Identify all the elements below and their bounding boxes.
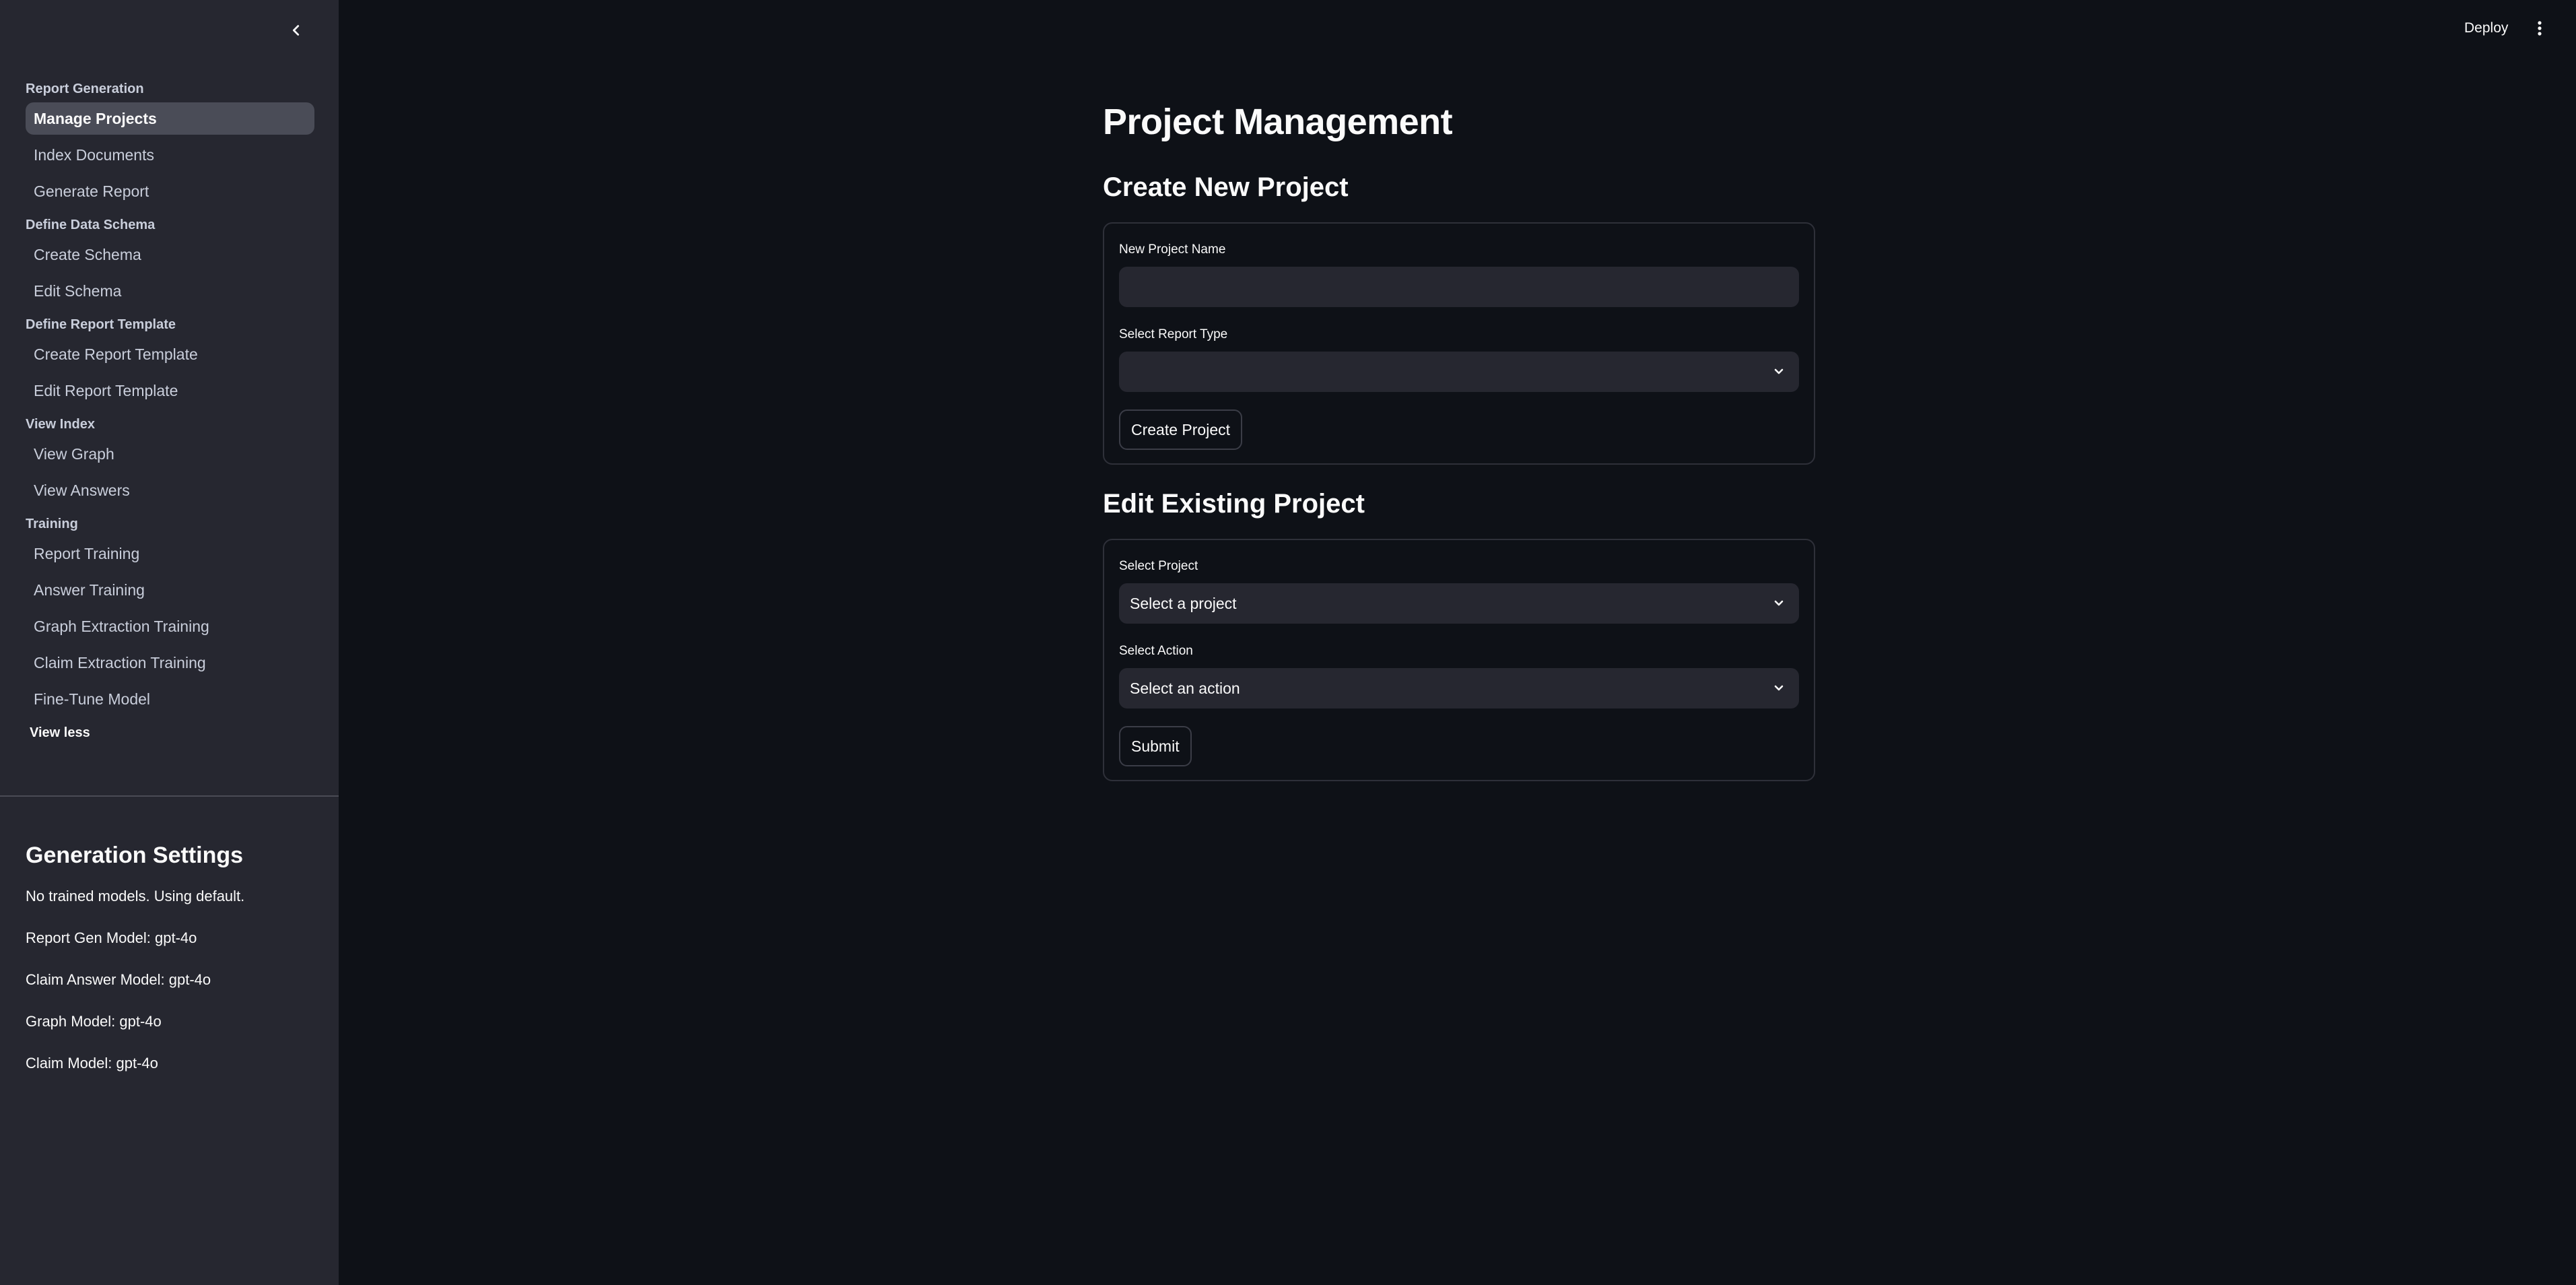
sidebar-item-graph-extraction-training[interactable]: Graph Extraction Training: [26, 610, 314, 642]
sidebar-item-create-schema[interactable]: Create Schema: [26, 238, 314, 271]
generation-settings-title: Generation Settings: [26, 843, 244, 868]
generation-status-text: No trained models. Using default.: [26, 888, 245, 904]
nav-section-header: View Index: [26, 417, 96, 432]
sidebar-item-create-report-template[interactable]: Create Report Template: [26, 338, 314, 370]
sidebar-item-generate-report[interactable]: Generate Report: [26, 175, 314, 207]
select-project-value: Select a project: [1130, 595, 1237, 612]
select-action-dropdown[interactable]: Select an action: [1119, 668, 1799, 709]
select-project-label: Select Project: [1119, 559, 1198, 573]
app-root: Report Generation Manage Projects Index …: [0, 0, 2576, 1285]
nav-section-header: Define Data Schema: [26, 218, 156, 232]
nav-section-view-index: View Index View Graph View Answers: [26, 411, 314, 506]
sidebar-item-fine-tune-model[interactable]: Fine-Tune Model: [26, 683, 314, 715]
nav-section-define-data-schema: Define Data Schema Create Schema Edit Sc…: [26, 211, 314, 307]
create-project-heading: Create New Project: [1103, 172, 1349, 202]
sidebar-item-claim-extraction-training[interactable]: Claim Extraction Training: [26, 647, 314, 679]
collapse-sidebar-button[interactable]: [284, 15, 308, 46]
create-project-form: New Project Name Select Report Type Crea…: [1103, 222, 1815, 465]
sidebar-item-report-training[interactable]: Report Training: [26, 537, 314, 570]
nav-section-header: Report Generation: [26, 81, 144, 96]
page-title: Project Management: [1103, 102, 1453, 142]
sidebar-nav: Report Generation Manage Projects Index …: [26, 75, 314, 746]
select-project-dropdown[interactable]: Select a project: [1119, 583, 1799, 624]
chevron-down-icon: [1774, 685, 1784, 691]
generation-settings: Generation Settings No trained models. U…: [26, 835, 322, 1084]
report-type-label: Select Report Type: [1119, 327, 1228, 341]
edit-project-form: Select Project Select a project Select A…: [1103, 539, 1815, 781]
chevron-left-icon: [292, 25, 300, 36]
sidebar-divider: [0, 795, 339, 797]
nav-section-report-generation: Report Generation Manage Projects Index …: [26, 75, 314, 207]
select-action-value: Select an action: [1130, 680, 1240, 697]
claim-model-text: Claim Model: gpt-4o: [26, 1055, 158, 1072]
chevron-down-icon: [1774, 600, 1784, 606]
sidebar-item-manage-projects[interactable]: Manage Projects: [26, 102, 314, 135]
deploy-button[interactable]: Deploy: [2464, 16, 2508, 40]
nav-section-header: Define Report Template: [26, 317, 176, 332]
sidebar-item-edit-report-template[interactable]: Edit Report Template: [26, 374, 314, 407]
more-vertical-icon: [2538, 21, 2542, 36]
report-type-select[interactable]: [1119, 352, 1799, 392]
graph-model-text: Graph Model: gpt-4o: [26, 1013, 162, 1030]
new-project-name-input[interactable]: [1119, 267, 1799, 307]
sidebar-item-index-documents[interactable]: Index Documents: [26, 139, 314, 171]
main-menu-button[interactable]: [2532, 16, 2548, 40]
chevron-down-icon: [1774, 368, 1784, 374]
sidebar-item-view-answers[interactable]: View Answers: [26, 474, 314, 506]
claim-answer-model-text: Claim Answer Model: gpt-4o: [26, 971, 211, 988]
new-project-name-label: New Project Name: [1119, 242, 1226, 257]
sidebar-item-edit-schema[interactable]: Edit Schema: [26, 275, 314, 307]
nav-section-training: Training Report Training Answer Training…: [26, 510, 314, 715]
create-project-button[interactable]: Create Project: [1119, 409, 1243, 450]
nav-section-header: Training: [26, 517, 78, 531]
view-less-button[interactable]: View less: [26, 719, 314, 746]
submit-button[interactable]: Submit: [1119, 726, 1192, 766]
select-action-label: Select Action: [1119, 644, 1193, 658]
sidebar-item-answer-training[interactable]: Answer Training: [26, 574, 314, 606]
sidebar: Report Generation Manage Projects Index …: [0, 0, 339, 1285]
report-gen-model-text: Report Gen Model: gpt-4o: [26, 929, 197, 946]
nav-section-define-report-template: Define Report Template Create Report Tem…: [26, 311, 314, 407]
sidebar-item-view-graph[interactable]: View Graph: [26, 438, 314, 470]
edit-project-heading: Edit Existing Project: [1103, 489, 1365, 519]
